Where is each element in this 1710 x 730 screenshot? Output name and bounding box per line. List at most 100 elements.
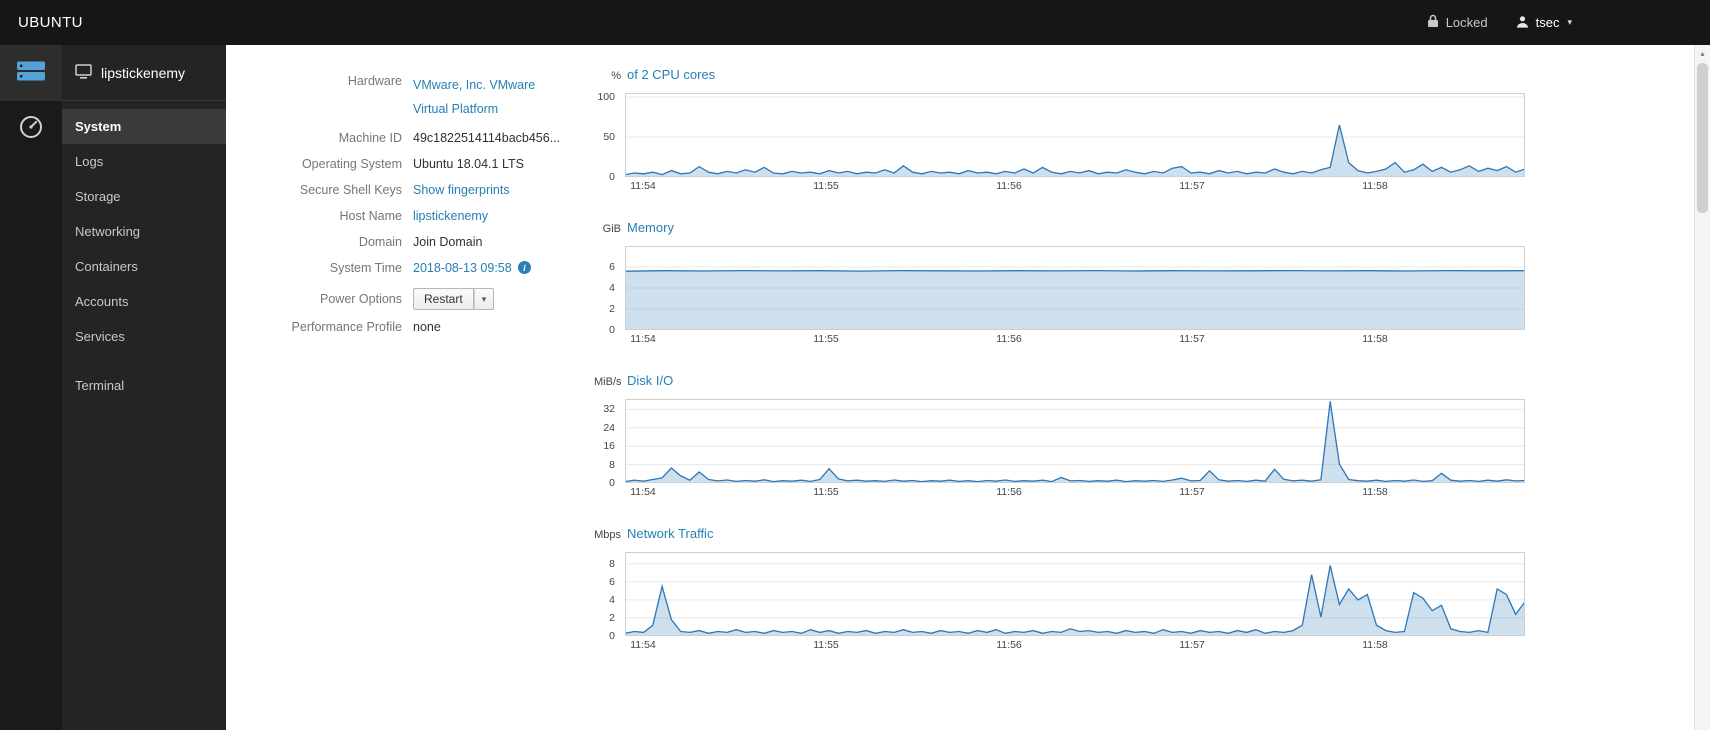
restart-button[interactable]: Restart	[413, 288, 474, 310]
memory-unit-label: GiB	[602, 223, 621, 235]
cpu-chart-title-link[interactable]: of 2 CPU cores	[627, 67, 715, 82]
info-row-hardware: Hardware VMware, Inc. VMware Virtual Plat…	[226, 73, 594, 121]
lock-icon	[1427, 14, 1439, 31]
hardware-link[interactable]: VMware, Inc. VMware Virtual Platform	[413, 73, 551, 121]
y-tick-label: 6	[609, 261, 615, 273]
y-tick-label: 24	[603, 421, 615, 434]
memory-chart-title-link[interactable]: Memory	[627, 220, 674, 235]
server-icon	[16, 59, 46, 88]
x-tick-label: 11:56	[996, 333, 1022, 345]
host-strip	[0, 45, 62, 730]
chart-disk: MiB/s Disk I/O 0 8 16 24 32 11:54 11:55 11:56 11:5…	[594, 373, 1559, 502]
info-icon[interactable]: i	[517, 261, 531, 279]
info-row-system-time: System Time 2018-08-13 09:58 i	[226, 260, 594, 279]
disk-x-axis: 11:54 11:55 11:56 11:57 11:58	[594, 486, 1559, 502]
locked-label: Locked	[1445, 15, 1488, 30]
y-tick-label: 4	[609, 282, 615, 294]
x-tick-label: 11:57	[1179, 180, 1205, 192]
brand-title: UBUNTU	[18, 14, 83, 31]
sidebar-item-accounts[interactable]: Accounts	[62, 284, 226, 319]
network-unit-label: Mbps	[594, 529, 621, 541]
power-options-dropdown: Restart ▾	[413, 288, 495, 310]
x-tick-label: 11:57	[1179, 333, 1205, 345]
charts-column: % of 2 CPU cores 0 50 100 11:54 11:55 11:56 11:5…	[594, 67, 1559, 730]
x-tick-label: 11:56	[996, 639, 1022, 651]
system-time-label: System Time	[329, 261, 402, 275]
info-row-machine-id: Machine ID 49c1822514114bacb456...	[226, 130, 594, 147]
disk-plot	[625, 399, 1525, 483]
x-tick-label: 11:55	[813, 180, 839, 192]
info-row-secure-shell-keys: Secure Shell Keys Show fingerprints	[226, 182, 594, 199]
chart-memory: GiB Memory 0 2 4 6 11:54 11:55 11:56 11:57 11:58	[594, 220, 1559, 349]
scrollbar-thumb[interactable]	[1697, 63, 1708, 213]
cpu-plot	[625, 93, 1525, 177]
info-row-domain: Domain Join Domain	[226, 234, 594, 251]
network-chart-title-link[interactable]: Network Traffic	[627, 526, 713, 541]
y-tick-label: 50	[603, 131, 615, 143]
scroll-up-icon[interactable]: ▴	[1695, 45, 1710, 61]
network-plot	[625, 552, 1525, 636]
sidebar-item-logs[interactable]: Logs	[62, 144, 226, 179]
x-tick-label: 11:57	[1179, 639, 1205, 651]
host-server-button[interactable]	[0, 45, 62, 101]
info-row-host-name: Host Name lipstickenemy	[226, 208, 594, 225]
domain-text: Join Domain	[413, 235, 483, 249]
sidebar-item-terminal[interactable]: Terminal	[62, 368, 226, 403]
domain-label: Domain	[358, 235, 402, 249]
disk-unit-label: MiB/s	[594, 376, 622, 388]
user-menu[interactable]: tsec ▾	[1516, 15, 1572, 31]
y-tick-label: 4	[609, 593, 615, 606]
host-icon	[75, 63, 92, 82]
sidebar-item-storage[interactable]: Storage	[62, 179, 226, 214]
network-y-axis: 02468	[594, 552, 620, 642]
hostname[interactable]: lipstickenemy	[62, 45, 226, 101]
secure-shell-keys-value: Show fingerprints	[410, 182, 510, 199]
sidebar: lipstickenemy System Logs Storage Networkin…	[0, 45, 226, 730]
cpu-y-axis: 0 50 100	[594, 91, 620, 183]
hardware-label: Hardware	[347, 74, 402, 88]
x-tick-label: 11:55	[813, 486, 839, 498]
info-row-operating-system: Operating System Ubuntu 18.04.1 LTS	[226, 156, 594, 173]
chart-cpu: % of 2 CPU cores 0 50 100 11:54 11:55 11:56 11:5…	[594, 67, 1559, 196]
x-tick-label: 11:56	[996, 486, 1022, 498]
operating-system-value: Ubuntu 18.04.1 LTS	[410, 156, 524, 173]
hardware-value: VMware, Inc. VMware Virtual Platform	[410, 73, 551, 121]
operating-system-text: Ubuntu 18.04.1 LTS	[413, 157, 524, 171]
x-tick-label: 11:57	[1179, 486, 1205, 498]
memory-plot	[625, 246, 1525, 330]
cpu-x-axis: 11:54 11:55 11:56 11:57 11:58	[594, 180, 1559, 196]
sidebar-item-system[interactable]: System	[62, 109, 226, 144]
dashboard-button[interactable]	[0, 101, 62, 157]
performance-profile-label: Performance Profile	[291, 320, 402, 334]
power-options-value: Restart ▾	[410, 288, 495, 310]
y-tick-label: 2	[609, 611, 615, 624]
host-name-link[interactable]: lipstickenemy	[413, 209, 488, 223]
y-tick-label: 16	[603, 440, 615, 453]
y-tick-label: 32	[603, 403, 615, 416]
x-tick-label: 11:58	[1362, 639, 1388, 651]
sidebar-nav: System Logs Storage Networking Containers Acc…	[62, 101, 226, 403]
memory-x-axis: 11:54 11:55 11:56 11:57 11:58	[594, 333, 1559, 349]
system-time-value: 2018-08-13 09:58 i	[410, 260, 531, 279]
power-options-caret-button[interactable]: ▾	[473, 288, 495, 310]
x-tick-label: 11:54	[630, 639, 656, 651]
operating-system-label: Operating System	[301, 157, 402, 171]
x-tick-label: 11:54	[630, 180, 656, 192]
vertical-scrollbar[interactable]: ▴	[1694, 45, 1710, 730]
sidebar-item-services[interactable]: Services	[62, 319, 226, 354]
disk-chart-title-link[interactable]: Disk I/O	[627, 373, 673, 388]
x-tick-label: 11:55	[813, 333, 839, 345]
memory-y-axis: 0246	[594, 246, 620, 336]
x-tick-label: 11:58	[1362, 180, 1388, 192]
system-time-link[interactable]: 2018-08-13 09:58	[413, 261, 512, 275]
host-name-label: Host Name	[339, 209, 402, 223]
y-tick-label: 100	[597, 91, 615, 103]
y-tick-label: 2	[609, 303, 615, 315]
machine-id-value: 49c1822514114bacb456...	[410, 130, 560, 147]
locked-indicator[interactable]: Locked	[1427, 14, 1488, 31]
main-content: Hardware VMware, Inc. VMware Virtual Plat…	[226, 45, 1694, 730]
secure-shell-keys-link[interactable]: Show fingerprints	[413, 183, 510, 197]
topbar-right: Locked tsec ▾	[1427, 14, 1572, 31]
sidebar-item-containers[interactable]: Containers	[62, 249, 226, 284]
sidebar-item-networking[interactable]: Networking	[62, 214, 226, 249]
